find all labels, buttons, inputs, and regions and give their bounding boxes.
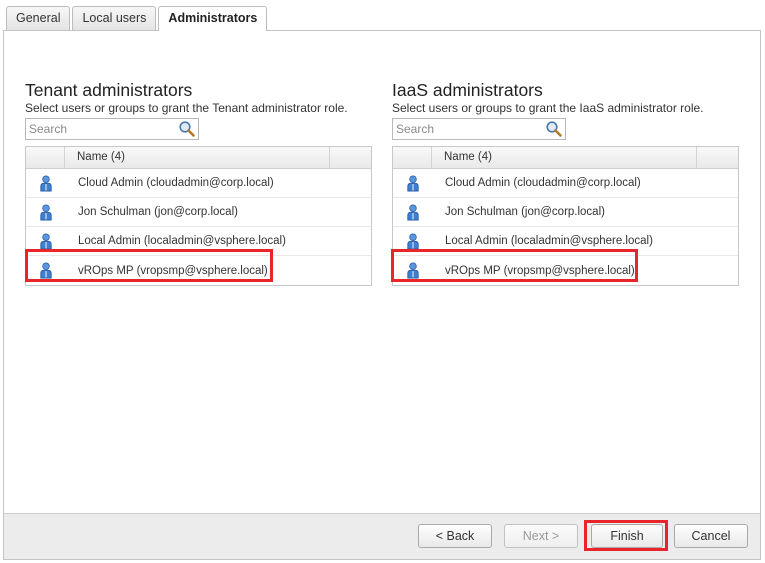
finish-button[interactable]: Finish — [591, 524, 663, 548]
user-name: vROps MP (vropsmp@vsphere.local) — [78, 264, 268, 277]
user-icon — [26, 232, 65, 250]
user-name: Jon Schulman (jon@corp.local) — [445, 206, 605, 218]
tenant-admins-description: Select users or groups to grant the Tena… — [25, 101, 348, 115]
cancel-button[interactable]: Cancel — [674, 524, 748, 548]
user-icon — [26, 174, 65, 192]
tab-administrators[interactable]: Administrators — [158, 6, 268, 31]
iaas-admins-description: Select users or groups to grant the IaaS… — [392, 101, 704, 115]
user-icon — [393, 203, 432, 221]
user-name: Cloud Admin (cloudadmin@corp.local) — [445, 177, 641, 189]
grid-header: Name (4) — [26, 147, 371, 169]
column-header-name[interactable]: Name (4) — [65, 147, 330, 168]
iaas-search-box — [392, 118, 566, 140]
grid-header: Name (4) — [393, 147, 738, 169]
table-row[interactable]: Jon Schulman (jon@corp.local) — [393, 198, 738, 227]
user-name: Local Admin (localadmin@vsphere.local) — [78, 235, 286, 247]
user-name: Cloud Admin (cloudadmin@corp.local) — [78, 177, 274, 189]
user-name: vROps MP (vropsmp@vsphere.local) — [445, 264, 635, 277]
user-icon — [393, 232, 432, 250]
tenant-admins-grid: Name (4) Cloud Admin (cloudadmin@corp.lo… — [25, 146, 372, 286]
back-button[interactable]: < Back — [418, 524, 492, 548]
tab-general[interactable]: General — [6, 6, 71, 30]
iaas-admins-title: IaaS administrators — [392, 80, 543, 100]
user-icon — [393, 262, 432, 279]
iaas-search-input[interactable] — [393, 119, 565, 139]
administrators-panel: Tenant administrators Select users or gr… — [3, 30, 761, 560]
table-row[interactable]: Local Admin (localadmin@vsphere.local) — [393, 227, 738, 256]
column-header-name[interactable]: Name (4) — [432, 147, 697, 168]
tenant-admins-title: Tenant administrators — [25, 80, 193, 100]
search-icon[interactable] — [545, 120, 563, 138]
user-name: Jon Schulman (jon@corp.local) — [78, 206, 238, 218]
user-icon — [26, 203, 65, 221]
table-row[interactable]: Local Admin (localadmin@vsphere.local) — [26, 227, 371, 256]
table-row[interactable]: vROps MP (vropsmp@vsphere.local) — [26, 256, 371, 285]
table-row[interactable]: Cloud Admin (cloudadmin@corp.local) — [393, 169, 738, 198]
search-icon[interactable] — [178, 120, 196, 138]
tab-bar: General Local users Administrators — [6, 6, 269, 31]
tab-local-users[interactable]: Local users — [72, 6, 157, 30]
iaas-admins-grid: Name (4) Cloud Admin (cloudadmin@corp.lo… — [392, 146, 739, 286]
tenant-rows: Cloud Admin (cloudadmin@corp.local) Jon S… — [26, 169, 371, 285]
user-name: Local Admin (localadmin@vsphere.local) — [445, 235, 653, 247]
iaas-admins-section: IaaS administrators Select users or grou… — [392, 79, 739, 286]
user-icon — [393, 174, 432, 192]
table-row[interactable]: vROps MP (vropsmp@vsphere.local) — [393, 256, 738, 285]
tenant-search-box — [25, 118, 199, 140]
user-icon — [26, 262, 65, 279]
wizard-footer: < Back Next > Finish Cancel — [4, 513, 760, 559]
next-button[interactable]: Next > — [504, 524, 578, 548]
table-row[interactable]: Jon Schulman (jon@corp.local) — [26, 198, 371, 227]
tenant-admins-section: Tenant administrators Select users or gr… — [25, 79, 372, 286]
iaas-rows: Cloud Admin (cloudadmin@corp.local) Jon S… — [393, 169, 738, 285]
tenant-search-input[interactable] — [26, 119, 198, 139]
table-row[interactable]: Cloud Admin (cloudadmin@corp.local) — [26, 169, 371, 198]
